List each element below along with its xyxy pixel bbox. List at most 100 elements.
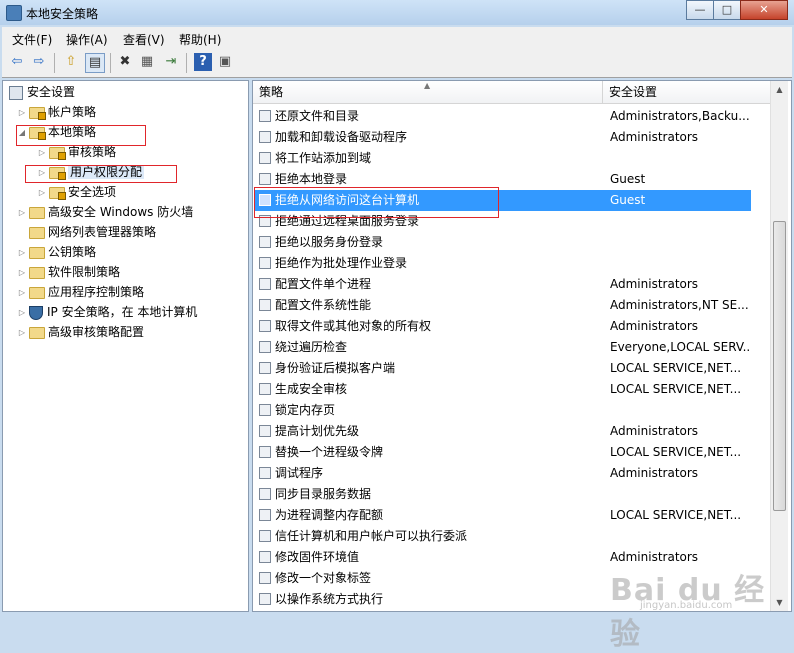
- expand-arrow-icon[interactable]: ▷: [17, 323, 27, 343]
- policy-icon: [259, 404, 271, 416]
- baidu-watermark-url: jingyan.baidu.com: [640, 600, 733, 611]
- tree-item-advanced-audit[interactable]: ▷ 高级审核策略配置: [17, 322, 144, 342]
- tree-pane[interactable]: 安全设置 ▷ 帐户策略 ◢ 本地策略 ▷ 审核策略 ▷ 用户权限分配 ▷ 安全选项 ▷ 高级…: [2, 80, 249, 612]
- tree-item-account-policies[interactable]: ▷ 帐户策略: [17, 102, 96, 122]
- tree-item-application-control[interactable]: ▷ 应用程序控制策略: [17, 282, 144, 302]
- policy-icon: [259, 152, 271, 164]
- table-row[interactable]: 拒绝以服务身份登录: [255, 232, 751, 253]
- toolbar: ⇦ ⇨ ⇧ ▤ ✖ ▦ ⇥ ? ▣: [2, 49, 792, 78]
- expand-arrow-icon[interactable]: ▷: [37, 183, 47, 203]
- tree-item-security-options[interactable]: ▷ 安全选项: [37, 182, 116, 202]
- scroll-thumb[interactable]: [773, 221, 786, 511]
- table-row[interactable]: 还原文件和目录 Administrators,Backu...: [255, 106, 751, 127]
- toolbar-separator: [54, 53, 55, 73]
- expand-arrow-icon[interactable]: ▷: [17, 103, 27, 123]
- properties-icon[interactable]: ▦: [138, 53, 156, 71]
- tree-item-security-settings[interactable]: 安全设置: [9, 82, 75, 102]
- policy-setting: Administrators,Backu...: [610, 109, 750, 123]
- policy-name: 提高计划优先级: [275, 424, 360, 438]
- policy-icon: [259, 299, 271, 311]
- tree-item-ip-security[interactable]: ▷ IP 安全策略，在 本地计算机: [17, 302, 197, 322]
- toolbar-separator: [186, 53, 187, 73]
- policy-setting: Guest: [610, 193, 646, 207]
- table-row[interactable]: 锁定内存页: [255, 400, 751, 421]
- table-row[interactable]: 信任计算机和用户帐户可以执行委派: [255, 526, 751, 547]
- policy-list-pane[interactable]: 策略 ▲ 安全设置 还原文件和目录 Administrators,Backu...…: [252, 80, 792, 612]
- policy-setting: LOCAL SERVICE,NET...: [610, 382, 742, 396]
- policy-name: 锁定内存页: [275, 403, 336, 417]
- policy-icon: [259, 530, 271, 542]
- tree-item-public-key-policies[interactable]: ▷ 公钥策略: [17, 242, 96, 262]
- table-row[interactable]: 配置文件单个进程 Administrators: [255, 274, 751, 295]
- policy-name: 配置文件单个进程: [275, 277, 372, 291]
- help-icon[interactable]: ?: [194, 53, 212, 71]
- menu-file[interactable]: 文件(F): [12, 31, 52, 48]
- table-row[interactable]: 绕过遍历检查 Everyone,LOCAL SERV...: [255, 337, 751, 358]
- tree-item-label: 帐户策略: [48, 105, 97, 119]
- table-row[interactable]: 拒绝作为批处理作业登录: [255, 253, 751, 274]
- table-row[interactable]: 加载和卸载设备驱动程序 Administrators: [255, 127, 751, 148]
- menu-action[interactable]: 操作(A): [66, 31, 108, 48]
- tree-item-windows-firewall[interactable]: ▷ 高级安全 Windows 防火墙: [17, 202, 193, 222]
- expand-arrow-icon[interactable]: ▷: [17, 303, 27, 323]
- tree-item-label: 应用程序控制策略: [48, 285, 145, 299]
- app-icon: [6, 5, 22, 21]
- policy-setting: Guest: [610, 172, 646, 186]
- policy-folder-icon: [49, 186, 66, 200]
- policy-setting: LOCAL SERVICE,NET...: [610, 508, 742, 522]
- menu-view[interactable]: 查看(V): [123, 31, 165, 48]
- tree-item-network-list-manager[interactable]: 网络列表管理器策略: [17, 222, 156, 242]
- expand-arrow-icon[interactable]: ▷: [17, 243, 27, 263]
- table-row[interactable]: 替换一个进程级令牌 LOCAL SERVICE,NET...: [255, 442, 751, 463]
- delete-icon[interactable]: ✖: [116, 53, 134, 71]
- sort-arrow-icon: ▲: [424, 81, 431, 90]
- scroll-up-icon[interactable]: ▲: [771, 81, 788, 98]
- up-folder-icon[interactable]: ⇧: [62, 53, 80, 71]
- tree-item-software-restriction[interactable]: ▷ 软件限制策略: [17, 262, 120, 282]
- table-row[interactable]: 配置文件系统性能 Administrators,NT SE...: [255, 295, 751, 316]
- policy-icon: [259, 173, 271, 185]
- maximize-button[interactable]: □: [713, 0, 741, 20]
- policy-icon: [259, 110, 271, 122]
- menu-bar: 文件(F) 操作(A) 查看(V) 帮助(H): [2, 27, 792, 49]
- expand-arrow-icon[interactable]: ▷: [17, 203, 27, 223]
- minimize-button[interactable]: —: [686, 0, 714, 20]
- highlight-box-deny-network: [254, 187, 499, 218]
- expand-arrow-icon[interactable]: ▷: [17, 263, 27, 283]
- forward-icon[interactable]: ⇨: [30, 53, 48, 71]
- column-header-setting[interactable]: 安全设置: [603, 81, 773, 103]
- policy-name: 绕过遍历检查: [275, 340, 348, 354]
- policy-icon: [259, 425, 271, 437]
- table-row[interactable]: 调试程序 Administrators: [255, 463, 751, 484]
- policy-name: 取得文件或其他对象的所有权: [275, 319, 432, 333]
- security-settings-icon: [9, 85, 23, 100]
- folder-icon: [29, 206, 45, 219]
- policy-name: 为进程调整内存配额: [275, 508, 384, 522]
- table-row[interactable]: 取得文件或其他对象的所有权 Administrators: [255, 316, 751, 337]
- table-row[interactable]: 生成安全审核 LOCAL SERVICE,NET...: [255, 379, 751, 400]
- policy-setting: Administrators: [610, 466, 699, 480]
- table-row[interactable]: 将工作站添加到域: [255, 148, 751, 169]
- show-tree-icon[interactable]: ▤: [85, 53, 105, 73]
- expand-arrow-icon[interactable]: ▷: [17, 283, 27, 303]
- console-icon[interactable]: ▣: [216, 53, 234, 71]
- folder-icon: [29, 326, 45, 339]
- table-row[interactable]: 提高计划优先级 Administrators: [255, 421, 751, 442]
- policy-setting: LOCAL SERVICE,NET...: [610, 445, 742, 459]
- tree-item-label: 软件限制策略: [48, 265, 121, 279]
- policy-name: 调试程序: [275, 466, 324, 480]
- policy-name: 身份验证后模拟客户端: [275, 361, 396, 375]
- policy-name: 信任计算机和用户帐户可以执行委派: [275, 529, 468, 543]
- vertical-scrollbar[interactable]: ▲ ▼: [770, 81, 788, 611]
- menu-help[interactable]: 帮助(H): [179, 31, 221, 48]
- table-row[interactable]: 同步目录服务数据: [255, 484, 751, 505]
- tree-item-label: 网络列表管理器策略: [48, 225, 157, 239]
- back-icon[interactable]: ⇦: [8, 53, 26, 71]
- table-row[interactable]: 身份验证后模拟客户端 LOCAL SERVICE,NET...: [255, 358, 751, 379]
- policy-name: 拒绝以服务身份登录: [275, 235, 384, 249]
- table-row[interactable]: 为进程调整内存配额 LOCAL SERVICE,NET...: [255, 505, 751, 526]
- policy-icon: [259, 341, 271, 353]
- close-button[interactable]: ✕: [740, 0, 788, 20]
- title-bar: 本地安全策略 — □ ✕: [0, 0, 794, 25]
- export-icon[interactable]: ⇥: [162, 53, 180, 71]
